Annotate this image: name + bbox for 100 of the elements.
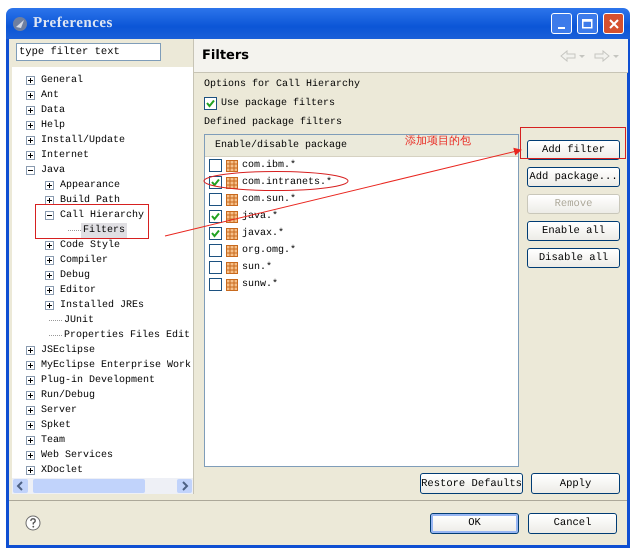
checkbox[interactable] <box>209 278 222 291</box>
package-name: sun.* <box>242 260 272 275</box>
collapse-icon[interactable] <box>26 166 35 175</box>
column-header[interactable]: Enable/disable package <box>215 138 348 153</box>
package-icon <box>226 278 238 290</box>
action-button[interactable]: Add package... <box>527 167 620 187</box>
expand-icon[interactable] <box>26 421 35 430</box>
checkbox[interactable] <box>209 244 222 257</box>
expand-icon[interactable] <box>45 256 54 265</box>
package-icon <box>226 244 238 256</box>
minimize-button[interactable] <box>551 13 572 34</box>
tree-item[interactable]: Run/Debug <box>39 388 98 403</box>
package-icon <box>226 262 238 274</box>
expand-icon[interactable] <box>26 361 35 370</box>
tree-item[interactable]: MyEclipse Enterprise Work <box>39 358 194 373</box>
expand-icon[interactable] <box>26 106 35 115</box>
tree-item[interactable]: JSEclipse <box>39 343 98 358</box>
tree-item[interactable]: Installed JREs <box>58 298 146 313</box>
help-icon <box>25 515 41 531</box>
tree-item[interactable]: Editor <box>58 283 98 298</box>
checkbox[interactable] <box>209 159 222 172</box>
app-icon <box>12 16 28 32</box>
tree-item[interactable]: Call Hierarchy <box>58 208 146 223</box>
expand-icon[interactable] <box>45 181 54 190</box>
tree-item[interactable]: Spket <box>39 418 74 433</box>
annotation-note: 添加项目的包 <box>405 133 471 149</box>
expand-icon[interactable] <box>26 376 35 385</box>
checkbox[interactable] <box>209 261 222 274</box>
tree-item[interactable]: Code Style <box>58 238 122 253</box>
tree-item[interactable]: Web Services <box>39 448 116 463</box>
description-text: Options for Call Hierarchy <box>204 78 362 92</box>
package-name: org.omg.* <box>242 244 296 258</box>
action-button[interactable]: Restore Defaults <box>420 473 524 494</box>
back-icon <box>560 48 586 62</box>
tree-item[interactable]: Ant <box>39 88 62 103</box>
action-button[interactable]: Disable all <box>527 248 620 268</box>
minimize-icon <box>558 26 565 28</box>
tree-item[interactable]: Data <box>39 103 68 118</box>
expand-icon[interactable] <box>26 346 35 355</box>
expand-icon[interactable] <box>26 121 35 130</box>
package-name: com.ibm.* <box>242 158 296 173</box>
dialog-button[interactable]: Cancel <box>528 512 617 534</box>
expand-icon[interactable] <box>26 91 35 100</box>
package-name: com.sun.* <box>242 192 296 207</box>
dialog-button[interactable]: OK <box>430 512 519 534</box>
expand-icon[interactable] <box>26 391 35 400</box>
package-icon <box>226 210 238 222</box>
scroll-right-icon <box>177 479 192 493</box>
tree-item[interactable]: Build Path <box>58 193 122 208</box>
package-icon <box>226 176 238 188</box>
tree-item[interactable]: XDoclet <box>39 463 86 478</box>
close-icon <box>608 18 618 28</box>
tree-item[interactable]: Internet <box>39 148 92 163</box>
expand-icon[interactable] <box>45 196 54 205</box>
tree-item[interactable]: General <box>39 73 86 88</box>
tree-item[interactable]: Server <box>39 403 80 418</box>
expand-icon[interactable] <box>45 241 54 250</box>
action-button[interactable]: Apply <box>531 473 620 494</box>
filter-field[interactable]: type filter text <box>16 43 161 61</box>
expand-icon[interactable] <box>26 451 35 460</box>
tree-item[interactable]: Properties Files Edit <box>62 328 192 343</box>
expand-icon[interactable] <box>45 286 54 295</box>
expand-icon[interactable] <box>26 76 35 85</box>
package-icon <box>226 160 238 172</box>
maximize-button[interactable] <box>577 13 598 34</box>
checkbox[interactable] <box>209 193 222 206</box>
tree-item[interactable]: Help <box>39 118 68 133</box>
page-title: Filters <box>202 46 250 65</box>
expand-icon[interactable] <box>26 151 35 160</box>
tree-item[interactable]: Team <box>39 433 68 448</box>
tree-item[interactable]: Install/Update <box>39 133 128 148</box>
expand-icon[interactable] <box>45 301 54 310</box>
section-label: Defined package filters <box>204 116 344 130</box>
package-name: javax.* <box>242 226 284 241</box>
close-button[interactable] <box>603 13 624 34</box>
checkbox[interactable] <box>209 210 222 223</box>
expand-icon[interactable] <box>45 271 54 280</box>
window-title: Preferences <box>33 14 113 34</box>
tree-item[interactable]: Java <box>39 163 68 178</box>
expand-icon[interactable] <box>26 436 35 445</box>
tree-item[interactable]: JUnit <box>62 313 96 328</box>
maximize-icon <box>582 18 593 28</box>
expand-icon[interactable] <box>26 466 35 475</box>
action-button[interactable]: Enable all <box>527 221 620 241</box>
checkbox[interactable] <box>209 227 222 240</box>
tree-item[interactable]: Appearance <box>58 178 122 193</box>
expand-icon[interactable] <box>26 136 35 145</box>
action-button[interactable]: Add filter <box>527 140 620 160</box>
tree-item[interactable]: Plug-in Development <box>39 373 158 388</box>
tree-item[interactable]: Compiler <box>58 253 110 268</box>
checkbox[interactable] <box>204 97 218 110</box>
horizontal-scrollbar[interactable] <box>12 478 194 494</box>
forward-icon <box>594 48 620 62</box>
package-name: sunw.* <box>242 278 278 292</box>
tree-item[interactable]: Debug <box>58 268 92 283</box>
tree-item[interactable]: Filters <box>81 223 128 238</box>
scroll-left-icon <box>13 479 28 493</box>
collapse-icon[interactable] <box>45 211 54 220</box>
expand-icon[interactable] <box>26 406 35 415</box>
package-name: com.intranets.* <box>242 176 332 190</box>
